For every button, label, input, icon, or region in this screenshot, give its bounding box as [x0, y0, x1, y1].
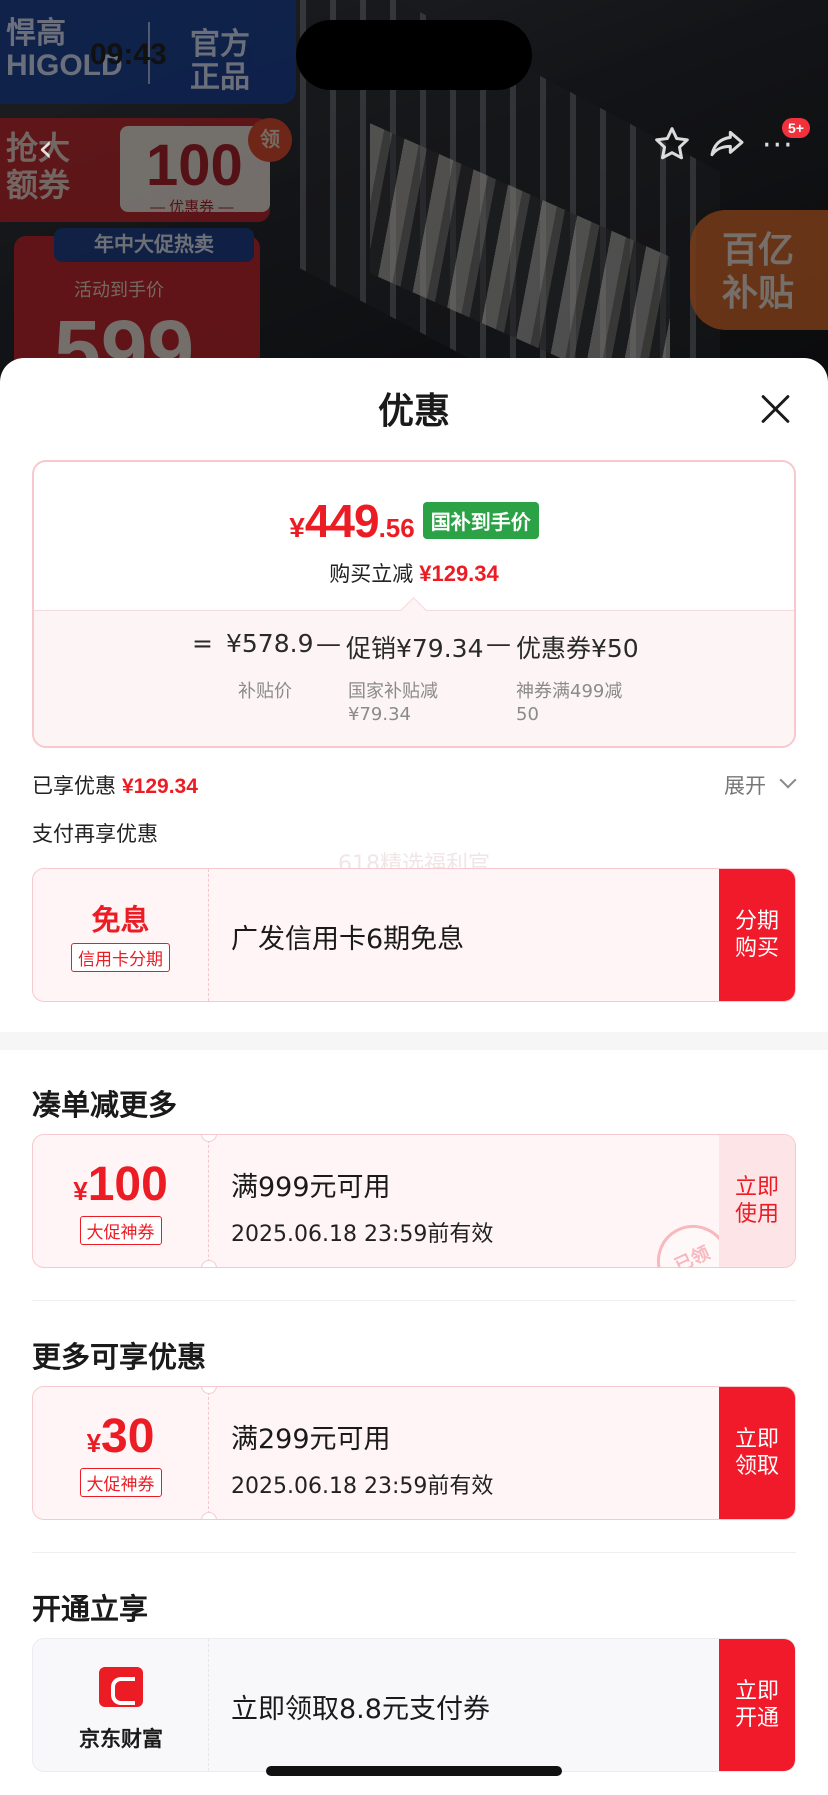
calc-equals: = [192, 629, 213, 658]
price-calculation: = ¥578.9 补贴价 — 促销¥79.34 国家补贴减 ¥79.34 — 优惠… [34, 610, 794, 746]
calc-promo-label: 国家补贴减 ¥79.34 [348, 681, 438, 725]
chevron-down-icon[interactable] [779, 771, 797, 789]
coupon-100[interactable]: ¥100 大促神券 满999元可用 2025.06.18 23:59前有效 已领… [32, 1134, 796, 1268]
price-breakdown-card: ¥449.56 国补到手价 购买立减 ¥129.34 = ¥578.9 补贴价 — … [32, 460, 796, 748]
calc-minus-2: — [486, 629, 511, 658]
discount-sheet: 优惠 ¥449.56 国补到手价 购买立减 ¥129.34 = ¥578.9 补贴价… [0, 358, 828, 1795]
calc-base-price: ¥578.9 [226, 629, 314, 658]
pay-extra-label: 支付再享优惠 [32, 822, 158, 846]
home-indicator[interactable] [266, 1766, 562, 1776]
section-open: 开通立享 [32, 1592, 149, 1626]
jd-finance-offer[interactable]: 京东财富 立即领取8.8元支付券 立即 开通 [32, 1638, 796, 1772]
calc-promo: 促销¥79.34 [346, 634, 484, 663]
sheet-title: 优惠 [377, 391, 450, 432]
installment-badge: 免息 信用卡分期 [33, 869, 209, 1001]
coupon-30-expiry: 2025.06.18 23:59前有效 [231, 1474, 494, 1499]
installment-buy-button[interactable]: 分期 购买 [719, 869, 795, 1001]
coupon-30-tag: 大促神券 [79, 1468, 162, 1497]
jd-offer-title: 立即领取8.8元支付券 [231, 1694, 490, 1725]
jd-finance-brand: 京东财富 [33, 1639, 209, 1771]
coupon-30[interactable]: ¥30 大促神券 满299元可用 2025.06.18 23:59前有效 立即领… [32, 1386, 796, 1520]
section-more-discount: 更多可享优惠 [32, 1340, 207, 1374]
calc-coupon: 优惠券¥50 [516, 634, 639, 663]
close-icon[interactable] [760, 394, 790, 424]
coupon-30-value: ¥30 大促神券 [33, 1387, 209, 1519]
dynamic-island [296, 20, 532, 90]
jd-finance-icon [99, 1667, 143, 1707]
coupon-100-value: ¥100 大促神券 [33, 1135, 209, 1267]
status-time: 09:43 [90, 38, 167, 71]
enjoyed-discount: 已享优惠 ¥129.34 [32, 774, 198, 798]
subsidy-price-tag: 国补到手价 [422, 502, 539, 539]
star-icon[interactable] [652, 124, 692, 164]
section-more-order: 凑单减更多 [32, 1088, 178, 1122]
installment-title: 广发信用卡6期免息 [231, 924, 465, 955]
section-gap [0, 1032, 828, 1050]
use-coupon-button[interactable]: 立即 使用 [719, 1135, 795, 1267]
final-price: ¥449.56 国补到手价 [34, 494, 794, 548]
instant-reduction: 购买立减 ¥129.34 [329, 561, 499, 586]
cart-count-badge: 5+ [782, 118, 810, 138]
calc-minus-1: — [316, 629, 341, 658]
coupon-100-tag: 大促神券 [79, 1216, 162, 1245]
installment-tag: 信用卡分期 [71, 943, 170, 972]
claim-coupon-button[interactable]: 立即 领取 [719, 1387, 795, 1519]
calc-coupon-label: 神券满499减 50 [516, 681, 623, 725]
coupon-100-condition: 满999元可用 [231, 1172, 391, 1203]
coupon-100-expiry: 2025.06.18 23:59前有效 [231, 1222, 494, 1247]
share-icon[interactable] [706, 124, 748, 164]
back-arrow-icon[interactable]: ‹ [38, 126, 53, 170]
coupon-30-condition: 满299元可用 [231, 1424, 391, 1455]
open-now-button[interactable]: 立即 开通 [719, 1639, 795, 1771]
expand-button[interactable]: 展开 [724, 770, 766, 800]
calc-base-label: 补贴价 [238, 681, 292, 702]
installment-offer[interactable]: 免息 信用卡分期 广发信用卡6期免息 分期 购买 [32, 868, 796, 1002]
